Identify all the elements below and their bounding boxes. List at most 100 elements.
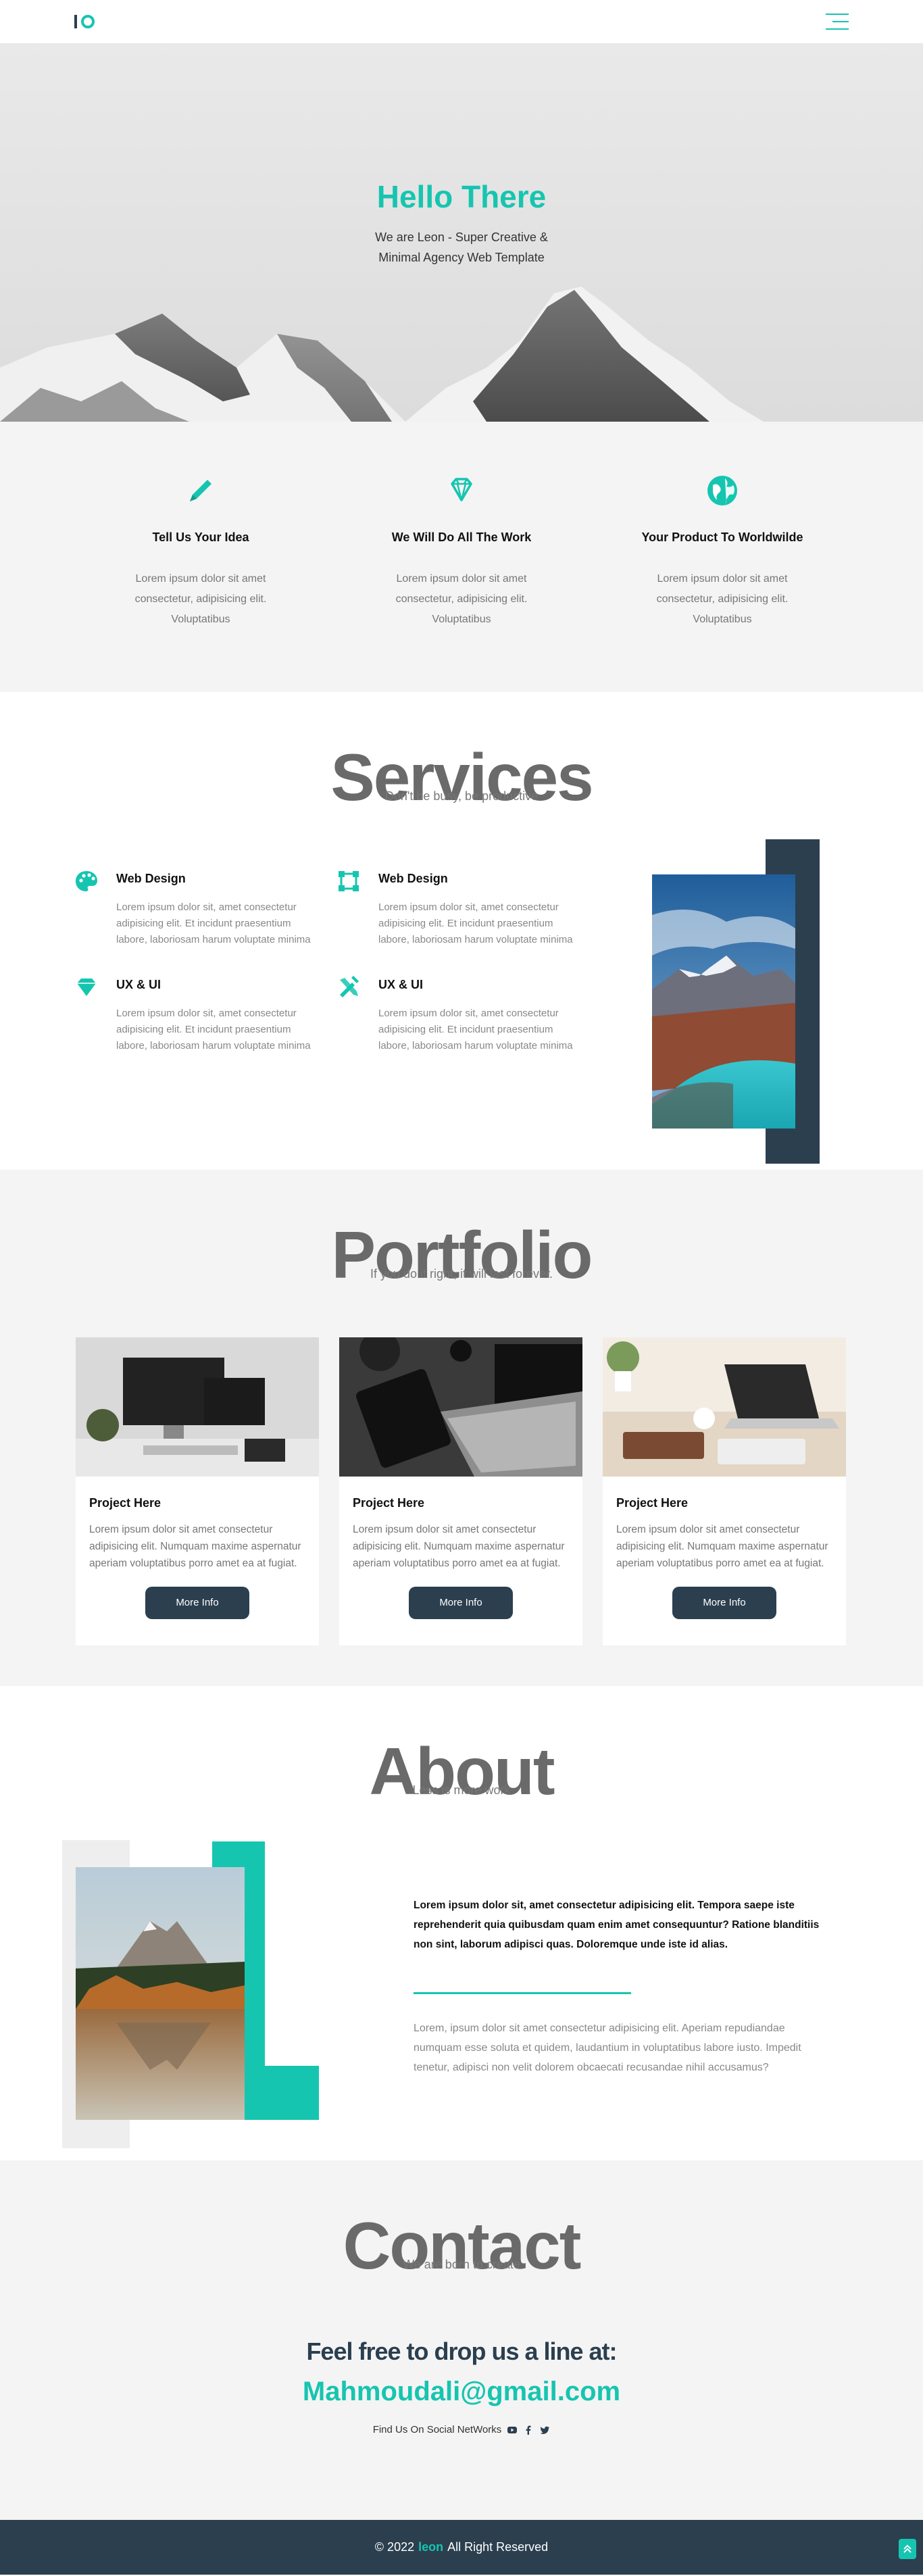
card-text: Lorem ipsum dolor sit amet consectetur a… bbox=[89, 1524, 301, 1569]
portfolio-card: Project Here Lorem ipsum dolor sit amet … bbox=[603, 1337, 846, 1645]
workspace-notebook-image bbox=[603, 1337, 846, 1477]
services-section: Services Don't be busy, be productive We… bbox=[0, 692, 923, 1170]
service-body: Web Design Lorem ipsum dolor sit, amet c… bbox=[116, 869, 319, 948]
section-header: Portfolio If you do it right, it will la… bbox=[0, 1221, 923, 1295]
scroll-to-top-button[interactable] bbox=[899, 2539, 916, 2559]
footer-rights: All Right Reserved bbox=[447, 2540, 549, 2554]
hero-subtitle-line: Minimal Agency Web Template bbox=[378, 251, 545, 264]
globe-icon bbox=[707, 476, 737, 505]
card-title: Project Here bbox=[616, 1496, 689, 1510]
about-content: Lorem ipsum dolor sit, amet consectetur … bbox=[414, 1896, 832, 2077]
contact-email-link[interactable]: Mahmoudali@gmail.com bbox=[0, 2377, 923, 2407]
logo-ring bbox=[81, 15, 95, 28]
feature-title: Your Product To Worldwilde bbox=[641, 530, 803, 544]
card-body: Project Here Lorem ipsum dolor sit amet … bbox=[76, 1480, 319, 1635]
social-row: Find Us On Social NetWorks bbox=[0, 2424, 923, 2435]
menu-line bbox=[826, 28, 849, 30]
section-header: Services Don't be busy, be productive bbox=[0, 743, 923, 818]
service-item: UX & UI Lorem ipsum dolor sit, amet cons… bbox=[74, 975, 336, 1054]
more-info-button[interactable]: More Info bbox=[409, 1587, 513, 1619]
service-text: Lorem ipsum dolor sit, amet consectetur … bbox=[116, 901, 311, 945]
service-body: UX & UI Lorem ipsum dolor sit, amet cons… bbox=[116, 975, 319, 1054]
youtube-icon[interactable] bbox=[507, 2425, 518, 2435]
section-header: About Less is more work bbox=[0, 1737, 923, 1812]
section-header: Contact We are born to create bbox=[0, 2212, 923, 2286]
portfolio-section: Portfolio If you do it right, it will la… bbox=[0, 1170, 923, 1686]
feature-item: Your Product To Worldwilde Lorem ipsum d… bbox=[592, 473, 853, 692]
feature-title: Tell Us Your Idea bbox=[152, 530, 249, 544]
card-body: Project Here Lorem ipsum dolor sit amet … bbox=[339, 1480, 582, 1635]
hero-section: Hello There We are Leon - Super Creative… bbox=[0, 43, 923, 422]
feature-text: Lorem ipsum dolor sit amet consectetur, … bbox=[395, 573, 528, 625]
service-body: UX & UI Lorem ipsum dolor sit, amet cons… bbox=[378, 975, 581, 1054]
card-text: Lorem ipsum dolor sit amet consectetur a… bbox=[616, 1524, 828, 1569]
facebook-icon[interactable] bbox=[523, 2425, 534, 2435]
service-item: Web Design Lorem ipsum dolor sit, amet c… bbox=[336, 869, 599, 948]
menu-line bbox=[832, 21, 849, 22]
portfolio-card: Project Here Lorem ipsum dolor sit amet … bbox=[76, 1337, 319, 1645]
menu-icon[interactable] bbox=[826, 14, 849, 30]
lake-mountain-image bbox=[652, 874, 795, 1129]
mountains-image bbox=[0, 287, 764, 422]
card-body: Project Here Lorem ipsum dolor sit amet … bbox=[603, 1480, 846, 1635]
feature-item: Tell Us Your Idea Lorem ipsum dolor sit … bbox=[70, 473, 331, 692]
card-title: Project Here bbox=[89, 1496, 161, 1510]
card-text: Lorem ipsum dolor sit amet consectetur a… bbox=[353, 1524, 565, 1569]
double-chevron-up-icon bbox=[903, 2544, 912, 2553]
desk-computer-image bbox=[76, 1337, 319, 1477]
features-section: Tell Us Your Idea Lorem ipsum dolor sit … bbox=[0, 422, 923, 692]
services-subtitle: Don't be busy, be productive bbox=[384, 789, 539, 803]
twitter-icon[interactable] bbox=[539, 2425, 550, 2435]
feature-item: We Will Do All The Work Lorem ipsum dolo… bbox=[331, 473, 592, 692]
contact-line: Feel free to drop us a line at: bbox=[306, 2337, 617, 2365]
vector-square-icon bbox=[339, 871, 359, 891]
mountain-lake-image bbox=[76, 1867, 245, 2120]
about-divider bbox=[414, 1992, 631, 1994]
service-title: Web Design bbox=[116, 872, 186, 885]
hero-title: Hello There bbox=[376, 179, 547, 214]
laptop-tablet-image bbox=[339, 1331, 582, 1477]
about-section: About Less is more work Lorem ipsum dolo… bbox=[0, 1686, 923, 2160]
palette-icon bbox=[76, 871, 97, 891]
logo-bar bbox=[74, 15, 77, 28]
footer: © 2022 leon All Right Reserved bbox=[0, 2520, 923, 2575]
gem-icon bbox=[77, 979, 96, 996]
services-grid: Web Design Lorem ipsum dolor sit, amet c… bbox=[74, 869, 601, 1054]
service-text: Lorem ipsum dolor sit, amet consectetur … bbox=[378, 1008, 573, 1051]
social-label: Find Us On Social NetWorks bbox=[372, 2424, 502, 2435]
feature-title: We Will Do All The Work bbox=[391, 530, 532, 544]
footer-brand: leon bbox=[418, 2540, 444, 2554]
menu-line bbox=[826, 14, 849, 15]
about-image-frame bbox=[62, 1840, 319, 2148]
navbar bbox=[0, 0, 923, 43]
about-text: Lorem, ipsum dolor sit amet consectetur … bbox=[414, 2023, 801, 2073]
feature-text: Lorem ipsum dolor sit amet consectetur, … bbox=[134, 573, 267, 625]
diamond-icon bbox=[451, 478, 472, 501]
service-item: UX & UI Lorem ipsum dolor sit, amet cons… bbox=[336, 975, 599, 1054]
tools-icon bbox=[340, 976, 359, 997]
feature-text: Lorem ipsum dolor sit amet consectetur, … bbox=[656, 573, 789, 625]
card-title: Project Here bbox=[353, 1496, 425, 1510]
services-image-frame bbox=[652, 839, 820, 1164]
pencil-icon bbox=[190, 480, 211, 501]
portfolio-subtitle: If you do it right, it will last forever… bbox=[370, 1267, 553, 1281]
hero-text: Hello There We are Leon - Super Creative… bbox=[0, 178, 923, 268]
logo[interactable] bbox=[74, 15, 95, 28]
portfolio-card: Project Here Lorem ipsum dolor sit amet … bbox=[339, 1331, 582, 1645]
about-subtitle: Less is more work bbox=[412, 1783, 511, 1797]
about-bold-text: Lorem ipsum dolor sit, amet consectetur … bbox=[414, 1900, 820, 1950]
contact-section: Contact We are born to create Feel free … bbox=[0, 2160, 923, 2520]
service-title: UX & UI bbox=[378, 978, 424, 991]
service-text: Lorem ipsum dolor sit, amet consectetur … bbox=[116, 1008, 311, 1051]
service-body: Web Design Lorem ipsum dolor sit, amet c… bbox=[378, 869, 581, 948]
service-item: Web Design Lorem ipsum dolor sit, amet c… bbox=[74, 869, 336, 948]
portfolio-cards: Project Here Lorem ipsum dolor sit amet … bbox=[76, 1331, 846, 1645]
footer-copyright: © 2022 bbox=[374, 2540, 415, 2554]
service-title: Web Design bbox=[378, 872, 448, 885]
service-text: Lorem ipsum dolor sit, amet consectetur … bbox=[378, 901, 573, 945]
service-title: UX & UI bbox=[116, 978, 161, 991]
more-info-button[interactable]: More Info bbox=[145, 1587, 249, 1619]
more-info-button[interactable]: More Info bbox=[672, 1587, 776, 1619]
hero-subtitle: We are Leon - Super Creative & Minimal A… bbox=[0, 227, 923, 268]
hero-subtitle-line: We are Leon - Super Creative & bbox=[375, 230, 548, 244]
